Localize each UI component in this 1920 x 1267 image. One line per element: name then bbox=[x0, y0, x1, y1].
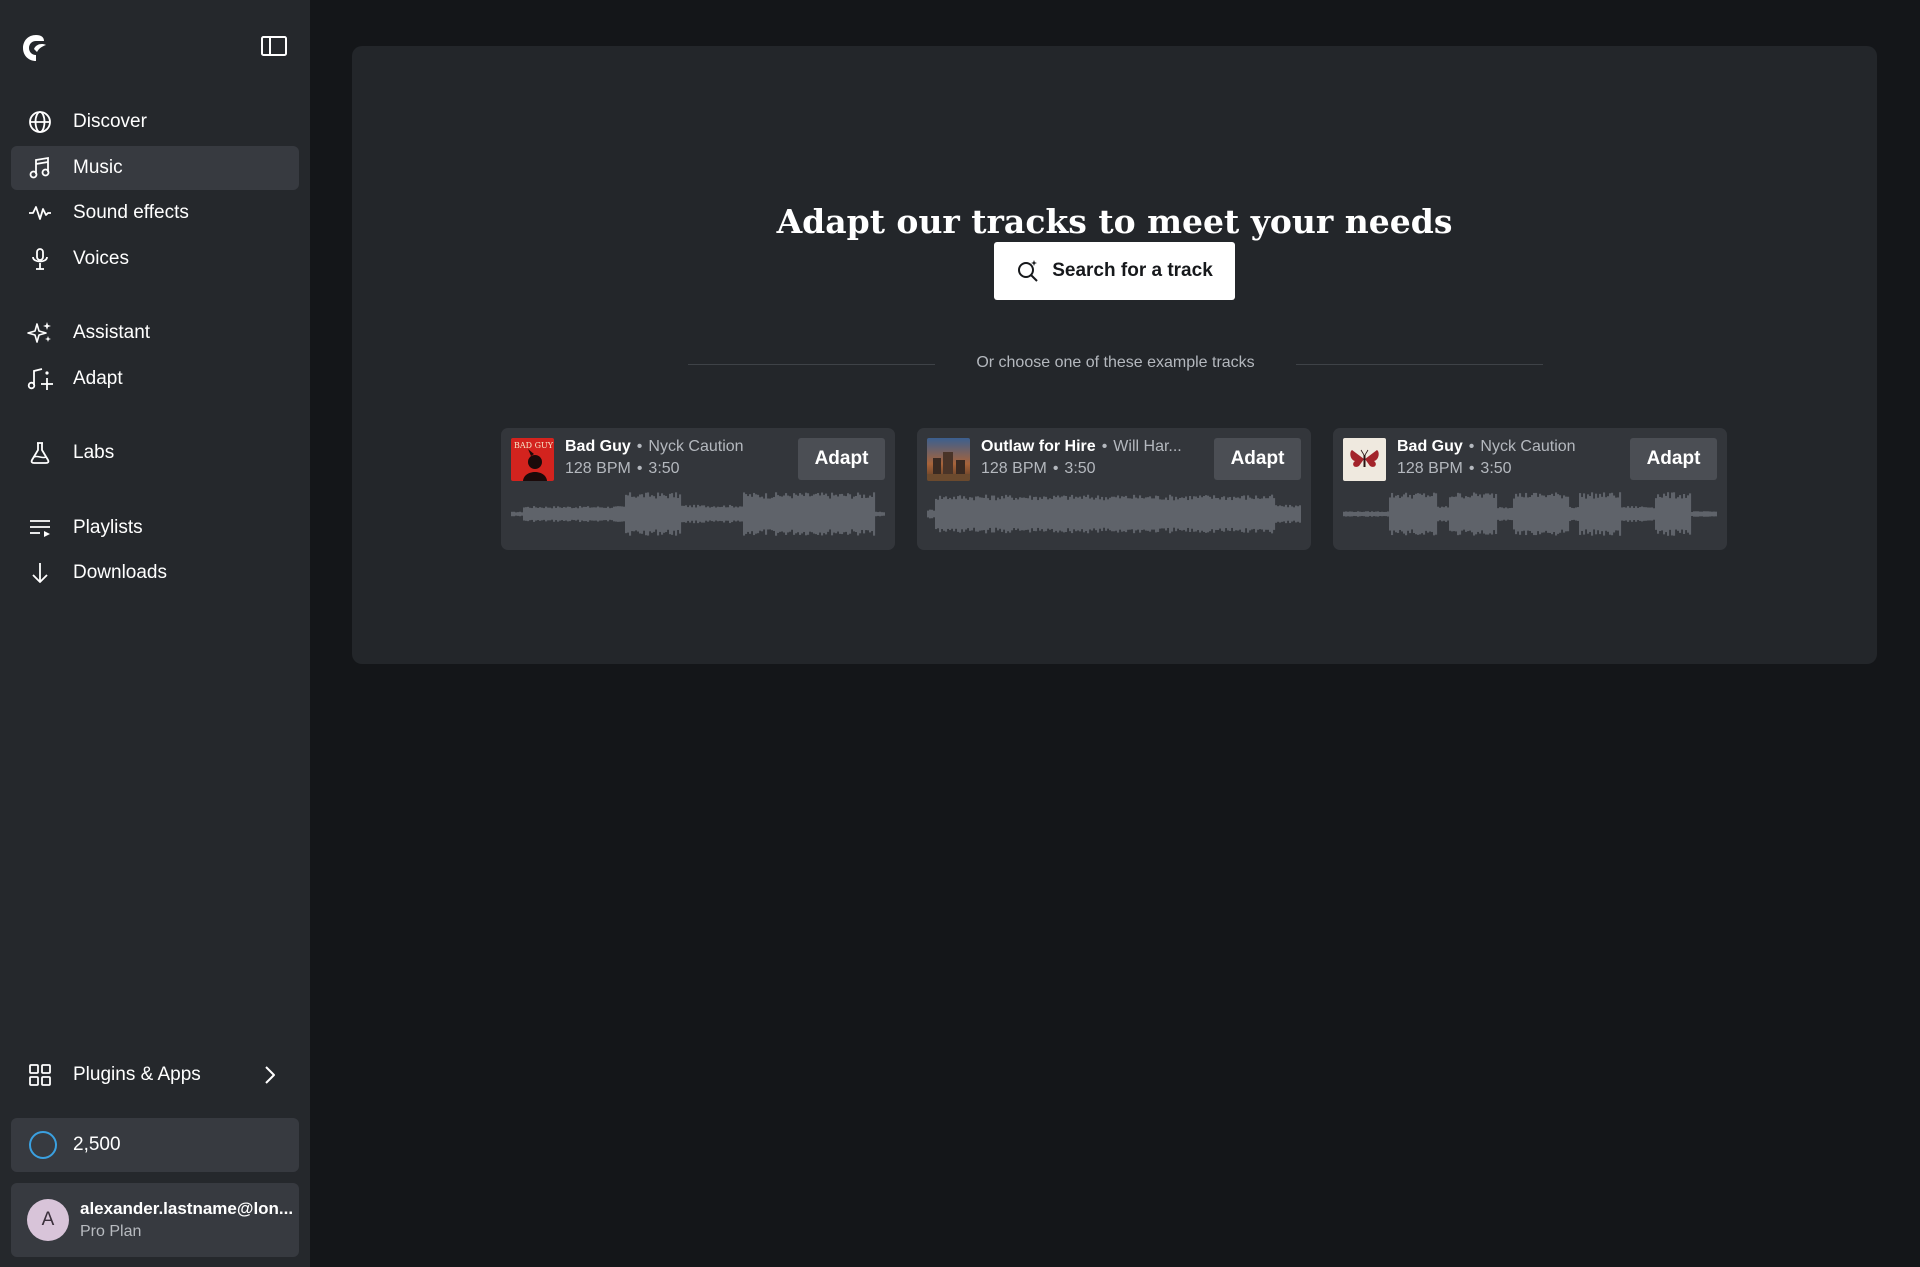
avatar: A bbox=[27, 1199, 69, 1241]
separator-dot: • bbox=[636, 438, 643, 455]
sidebar-item-downloads[interactable]: Downloads bbox=[11, 551, 299, 595]
sidebar-item-voices[interactable]: Voices bbox=[11, 237, 299, 281]
track-title-row: Bad Guy • Nyck Caution bbox=[565, 438, 744, 456]
app-logo-icon[interactable] bbox=[20, 32, 52, 64]
sidebar: Discover Music Sound effects Voices Assi… bbox=[0, 0, 310, 1267]
playlist-icon bbox=[27, 515, 53, 541]
sidebar-item-label: Labs bbox=[73, 442, 115, 463]
track-card[interactable]: BAD GUY Bad Guy • Nyck Caution 128 BPM • 3:5… bbox=[501, 428, 895, 550]
account-email: alexander.lastname@lon... bbox=[80, 1199, 294, 1218]
search-sparkle-icon bbox=[1016, 259, 1052, 283]
track-duration: 3:50 bbox=[1064, 460, 1096, 477]
track-waveform[interactable] bbox=[1343, 490, 1717, 538]
track-meta-row: 128 BPM • 3:50 bbox=[565, 460, 680, 478]
sidebar-item-label: Voices bbox=[73, 248, 129, 269]
track-title: Bad Guy bbox=[565, 438, 631, 455]
adapt-button[interactable]: Adapt bbox=[1630, 438, 1717, 480]
track-title-row: Bad Guy • Nyck Caution bbox=[1397, 438, 1576, 456]
track-duration: 3:50 bbox=[1480, 460, 1512, 477]
cover-text: BAD GUY bbox=[514, 441, 554, 450]
search-track-button[interactable]: Search for a track bbox=[994, 242, 1235, 300]
track-meta-row: 128 BPM • 3:50 bbox=[1397, 460, 1512, 478]
track-duration: 3:50 bbox=[648, 460, 680, 477]
sparkles-icon bbox=[27, 320, 53, 346]
track-waveform[interactable] bbox=[927, 490, 1301, 538]
track-card[interactable]: Bad Guy • Nyck Caution 128 BPM • 3:50 Adapt bbox=[1333, 428, 1727, 550]
music-note-icon bbox=[27, 155, 53, 181]
search-track-label: Search for a track bbox=[1052, 260, 1213, 281]
sidebar-item-label: Music bbox=[73, 157, 123, 178]
track-meta-row: 128 BPM • 3:50 bbox=[981, 460, 1096, 478]
track-title-row: Outlaw for Hire • Will Har... bbox=[981, 438, 1182, 456]
track-cover-image bbox=[1343, 438, 1386, 481]
track-artist: Will Har... bbox=[1113, 438, 1182, 455]
flask-icon bbox=[27, 440, 53, 466]
separator-dot: • bbox=[1052, 460, 1059, 477]
track-waveform[interactable] bbox=[511, 490, 885, 538]
track-artist: Nyck Caution bbox=[648, 438, 744, 455]
account-plan: Pro Plan bbox=[80, 1223, 142, 1240]
sidebar-item-playlists[interactable]: Playlists bbox=[11, 506, 299, 550]
sidebar-item-label: Sound effects bbox=[73, 202, 189, 223]
sidebar-item-music[interactable]: Music bbox=[11, 146, 299, 190]
track-title: Bad Guy bbox=[1397, 438, 1463, 455]
grid-apps-icon bbox=[27, 1062, 53, 1088]
track-artist: Nyck Caution bbox=[1480, 438, 1576, 455]
sidebar-item-label: Assistant bbox=[73, 322, 151, 343]
sidebar-item-adapt[interactable]: Adapt bbox=[11, 357, 299, 401]
account-menu[interactable]: A alexander.lastname@lon... Pro Plan bbox=[11, 1183, 299, 1257]
track-title: Outlaw for Hire bbox=[981, 438, 1096, 455]
sidebar-item-label: Discover bbox=[73, 111, 147, 132]
page-title: Adapt our tracks to meet your needs bbox=[776, 202, 1453, 241]
microphone-icon bbox=[27, 246, 53, 272]
globe-icon bbox=[27, 109, 53, 135]
chevron-right-icon bbox=[257, 1063, 281, 1087]
sidebar-item-plugins-apps[interactable]: Plugins & Apps bbox=[11, 1053, 299, 1097]
sidebar-toggle-icon[interactable] bbox=[260, 34, 288, 58]
divider-text: Or choose one of these example tracks bbox=[976, 354, 1255, 371]
sidebar-item-label: Downloads bbox=[73, 562, 167, 583]
credits-balance[interactable]: 2,500 bbox=[11, 1118, 299, 1172]
separator-dot: • bbox=[1101, 438, 1108, 455]
track-bpm: 128 BPM bbox=[1397, 460, 1463, 477]
download-icon bbox=[27, 560, 53, 586]
sidebar-item-labs[interactable]: Labs bbox=[11, 431, 299, 475]
sidebar-item-label: Playlists bbox=[73, 517, 143, 538]
sidebar-item-discover[interactable]: Discover bbox=[11, 100, 299, 144]
adapt-panel: Adapt our tracks to meet your needs Sear… bbox=[352, 46, 1877, 664]
track-cover-image bbox=[927, 438, 970, 481]
account-info: alexander.lastname@lon... Pro Plan bbox=[80, 1199, 293, 1241]
separator-dot: • bbox=[636, 460, 643, 477]
sidebar-item-sound-effects[interactable]: Sound effects bbox=[11, 191, 299, 235]
music-adapt-icon bbox=[27, 366, 53, 392]
divider-line-right bbox=[1296, 364, 1543, 365]
sidebar-item-assistant[interactable]: Assistant bbox=[11, 311, 299, 355]
separator-dot: • bbox=[1468, 438, 1475, 455]
adapt-button[interactable]: Adapt bbox=[1214, 438, 1301, 480]
sidebar-item-label: Plugins & Apps bbox=[73, 1064, 201, 1085]
track-bpm: 128 BPM bbox=[981, 460, 1047, 477]
track-card[interactable]: Outlaw for Hire • Will Har... 128 BPM • 3:50… bbox=[917, 428, 1311, 550]
adapt-button[interactable]: Adapt bbox=[798, 438, 885, 480]
separator-dot: • bbox=[1468, 460, 1475, 477]
track-bpm: 128 BPM bbox=[565, 460, 631, 477]
waveform-icon bbox=[27, 200, 53, 226]
sidebar-item-label: Adapt bbox=[73, 368, 123, 389]
credits-ring-icon bbox=[29, 1131, 57, 1159]
track-cover-image: BAD GUY bbox=[511, 438, 554, 481]
example-divider: Or choose one of these example tracks bbox=[688, 354, 1543, 374]
credits-value: 2,500 bbox=[73, 1134, 121, 1155]
